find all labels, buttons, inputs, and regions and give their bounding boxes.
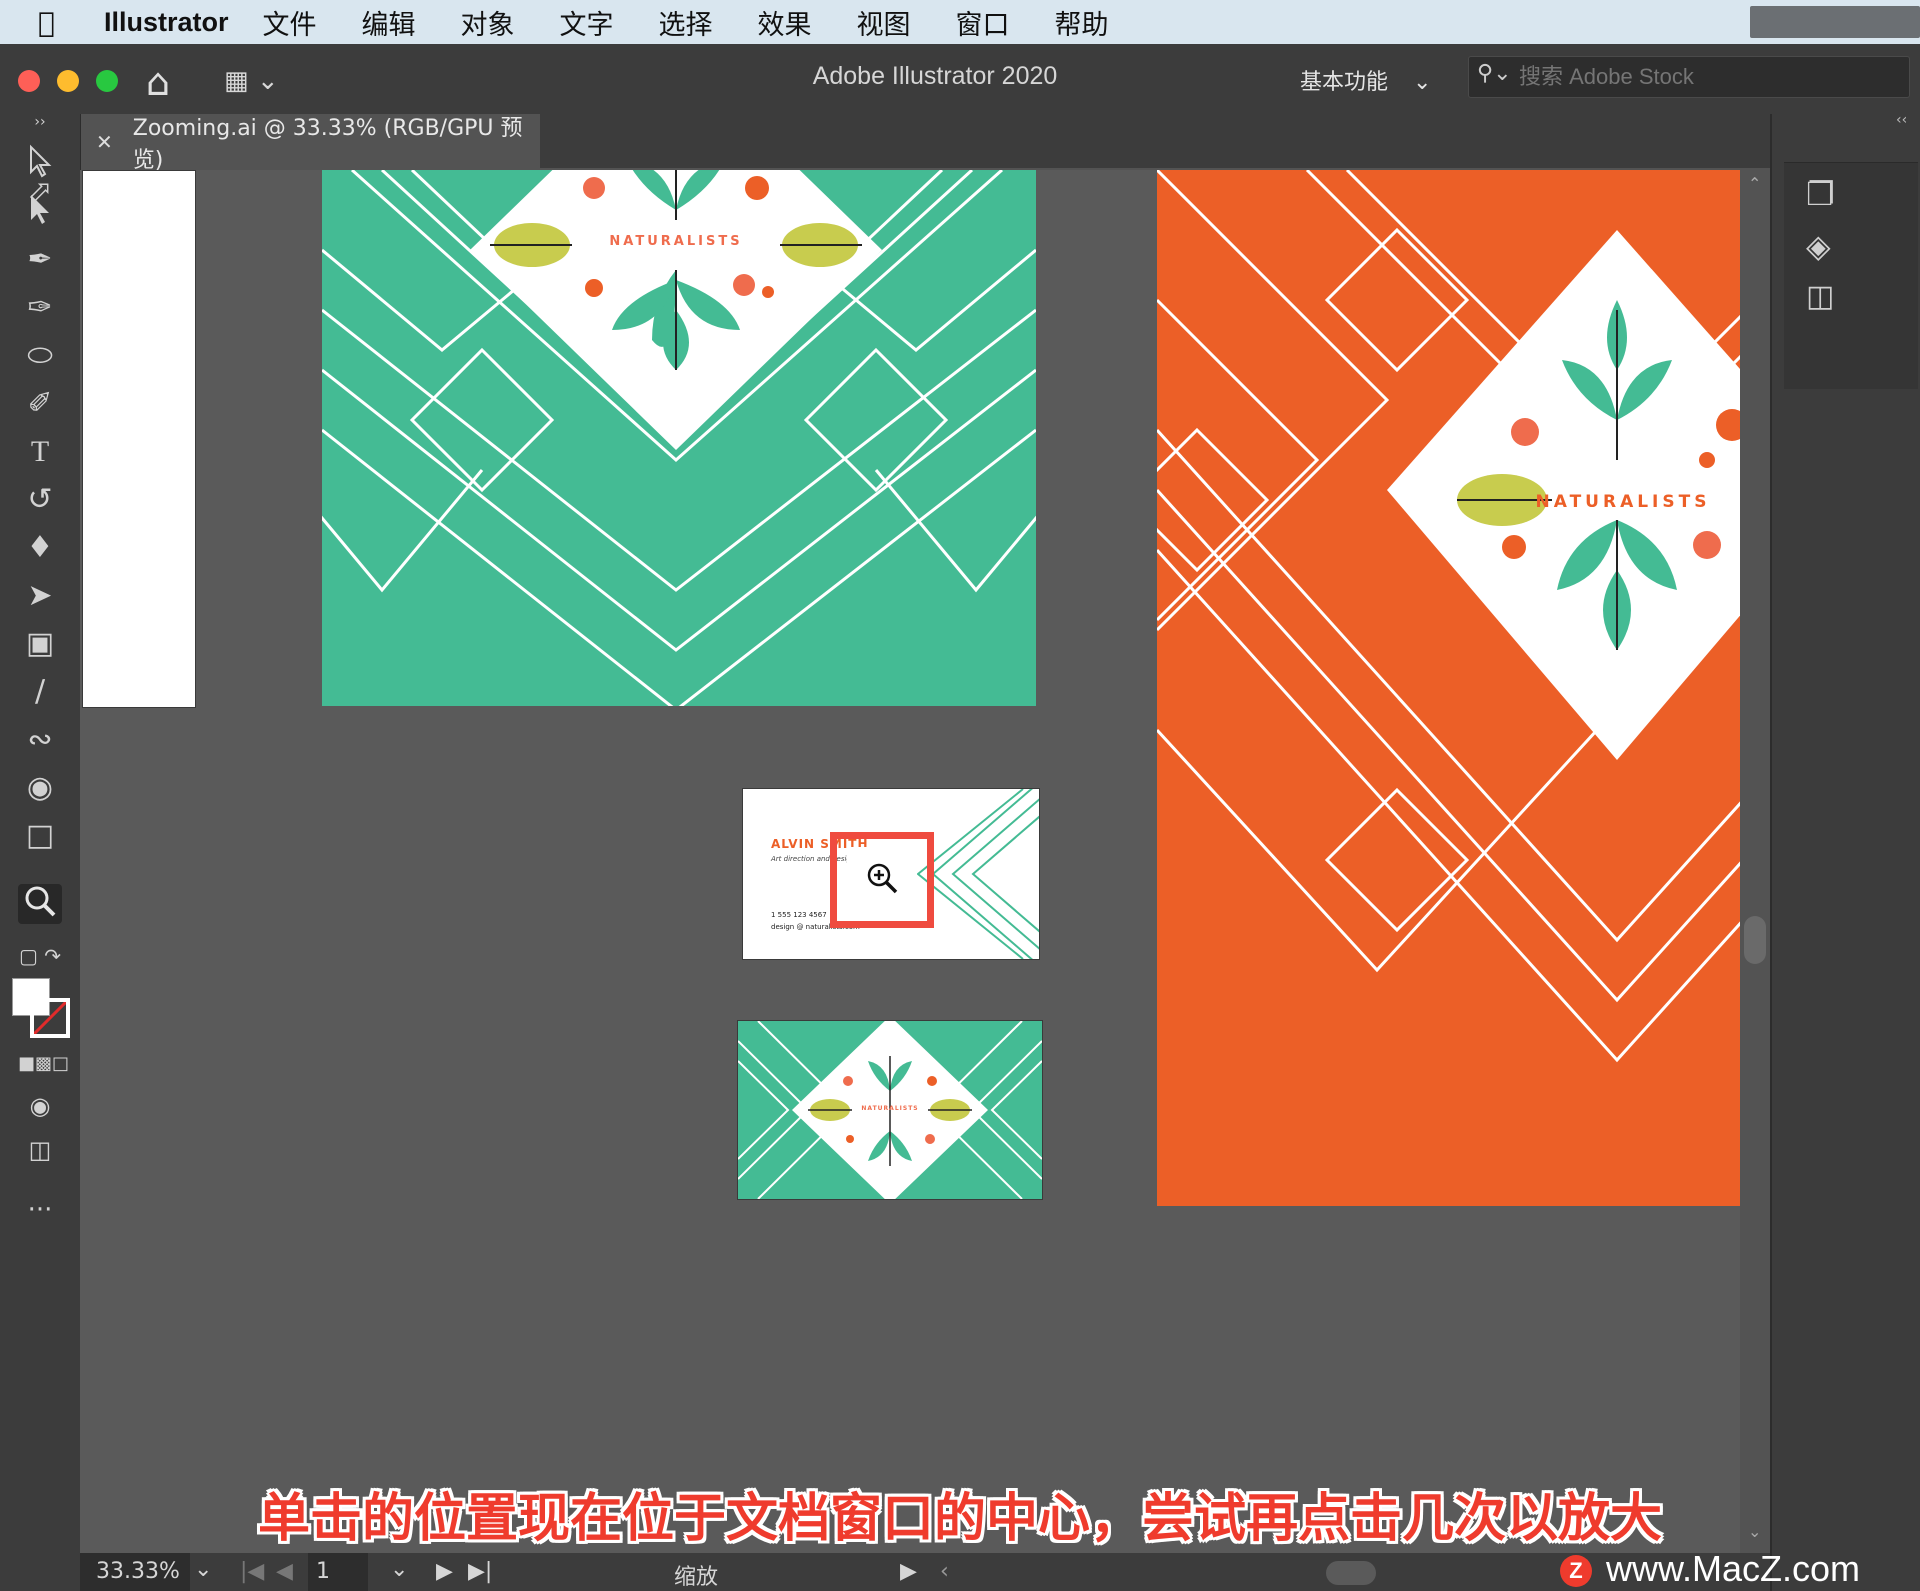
artboard-chevron-down-icon[interactable]: ⌄ (390, 1557, 408, 1582)
zoom-chevron-down-icon[interactable]: ⌄ (194, 1557, 212, 1582)
scroll-left-icon[interactable]: ‹ (940, 1559, 949, 1584)
canvas[interactable]: NATURALISTS NATURALISTS ALVIN SMITH Art … (80, 170, 1770, 1553)
scroll-thumb[interactable] (1744, 916, 1766, 964)
direct-selection-icon[interactable] (25, 192, 55, 226)
workspace-switcher[interactable]: 基本功能 ⌄ (1300, 64, 1431, 96)
none-color-icon (32, 1000, 68, 1036)
menu-type[interactable]: 文字 (560, 3, 614, 42)
brand-text-card: NATURALISTS (861, 1105, 919, 1112)
collapse-panel-icon[interactable]: ›› (18, 102, 62, 142)
eyedropper-tool-icon[interactable]: ∕ (18, 672, 62, 712)
tutorial-caption: 单击的位置现在位于文档窗口的中心，尝试再点击几次以放大 (257, 1489, 1662, 1549)
card-phone: 1 555 123 4567 (771, 911, 827, 919)
zoom-level-value: 33.33% (96, 1559, 180, 1584)
scroll-up-icon[interactable]: ⌃ (1748, 174, 1761, 193)
color-mode-icons[interactable]: ■▩□ (18, 1044, 69, 1084)
gradient-tool-icon[interactable]: ▣ (18, 624, 62, 664)
zoom-level-field[interactable]: 33.33% (80, 1553, 190, 1591)
libraries-icon[interactable]: ❐ (1806, 175, 1835, 213)
workspace-label: 基本功能 (1300, 70, 1389, 95)
app-menu[interactable]: Illustrator (104, 7, 229, 38)
close-tab-icon[interactable]: ✕ (96, 130, 113, 154)
next-artboard-icon[interactable]: ▶ (436, 1559, 453, 1584)
artboard-orange-poster[interactable]: NATURALISTS (1157, 170, 1740, 1206)
pen-tool-icon[interactable]: ✒ (18, 240, 62, 280)
brand-text-teal: NATURALISTS (609, 234, 743, 249)
stock-search[interactable]: ⚲⌄ (1468, 56, 1910, 98)
right-panel-dock: ‹‹ ❐ ◈ ◫ (1770, 112, 1920, 1591)
vertical-scrollbar[interactable]: ⌃ ⌄ (1740, 170, 1770, 1553)
menu-select[interactable]: 选择 (659, 3, 713, 42)
menu-file[interactable]: 文件 (263, 3, 317, 42)
panel-divider (1770, 114, 1772, 1591)
search-icon: ⚲⌄ (1477, 61, 1512, 86)
stock-search-input[interactable] (1517, 63, 1901, 91)
document-tab[interactable]: ✕ Zooming.ai @ 33.33% (RGB/GPU 预览) (80, 114, 540, 173)
document-tab-label: Zooming.ai @ 33.33% (RGB/GPU 预览) (132, 116, 523, 173)
panel-grip[interactable] (1800, 114, 1900, 118)
tools-panel: ›› ⬀ ✒ ✑ ⬭ ✐ T ↺ ♦ ➤ ▣ ∕ ∾ ◉ □ ▢ ↷ ■▩□ ◉… (0, 114, 81, 1591)
zoom-cursor-highlight (830, 832, 934, 928)
panel-icon-column: ❐ ◈ ◫ (1784, 162, 1918, 389)
last-artboard-icon[interactable]: ▶| (468, 1559, 492, 1584)
more-tools-icon[interactable]: ··· (18, 1190, 62, 1230)
horizontal-scroll-thumb[interactable] (1326, 1561, 1376, 1585)
curvature-tool-icon[interactable]: ✑ (18, 288, 62, 328)
watermark-text: www.MacZ.com (1606, 1548, 1861, 1589)
menu-help[interactable]: 帮助 (1055, 3, 1109, 42)
watermark: Zwww.MacZ.com (1560, 1548, 1860, 1590)
type-tool-icon[interactable]: T (18, 432, 62, 472)
paintbrush-tool-icon[interactable]: ✐ (18, 384, 62, 424)
menu-view[interactable]: 视图 (857, 3, 911, 42)
zoom-tool-icon[interactable] (18, 884, 62, 924)
screen-mode-icon[interactable]: ◫ (18, 1130, 62, 1170)
shape-builder-tool-icon[interactable]: ◉ (18, 768, 62, 808)
properties-icon[interactable]: ◫ (1806, 279, 1834, 314)
artboard-business-card-back[interactable]: NATURALISTS (737, 1020, 1043, 1200)
stroke-swatch[interactable] (30, 998, 70, 1038)
menu-effect[interactable]: 效果 (758, 3, 812, 42)
zoom-in-cursor-icon (867, 863, 898, 894)
layers-icon[interactable]: ◈ (1806, 227, 1831, 265)
apple-icon[interactable]:  (38, 6, 78, 39)
artboard-number-field[interactable]: 1 (308, 1553, 368, 1591)
artboard-tool-icon[interactable]: □ (18, 816, 62, 856)
mac-menubar:  Illustrator 文件 编辑 对象 文字 选择 效果 视图 窗口 帮助 (0, 0, 1920, 44)
watermark-logo-icon: Z (1560, 1555, 1592, 1588)
swap-colors-icon[interactable]: ▢ ↷ (18, 936, 62, 976)
artboard-teal-poster[interactable]: NATURALISTS (322, 170, 1036, 706)
first-artboard-icon[interactable]: |◀ (240, 1559, 264, 1584)
chevron-down-icon: ⌄ (1413, 70, 1432, 95)
orange-pattern-graphic (1157, 170, 1740, 1063)
ellipse-tool-icon[interactable]: ⬭ (18, 336, 62, 376)
status-bar: 33.33% ⌄ |◀ ◀ 1 ⌄ ▶ ▶| 缩放 ▶ ‹ (80, 1553, 1770, 1591)
status-menu-icon[interactable]: ▶ (900, 1559, 917, 1584)
menu-object[interactable]: 对象 (461, 3, 515, 42)
draw-mode-icon[interactable]: ◉ (18, 1086, 62, 1126)
eraser-tool-icon[interactable]: ♦ (18, 528, 62, 568)
artboard-left[interactable] (82, 170, 196, 708)
app-titlebar: ⌂ ▦ ⌄ Adobe Illustrator 2020 基本功能 ⌄ ⚲⌄ (0, 44, 1920, 115)
current-tool-label: 缩放 (674, 1565, 719, 1590)
magnifier-icon (25, 886, 56, 917)
blend-tool-icon[interactable]: ∾ (18, 720, 62, 760)
menu-edit[interactable]: 编辑 (362, 3, 416, 42)
selection-arrow-icon (30, 144, 52, 178)
teal-pattern-graphic (322, 170, 1036, 706)
brand-text-orange: NATURALISTS (1535, 492, 1711, 512)
lasso-tool-icon[interactable]: ➤ (18, 576, 62, 616)
previous-artboard-icon[interactable]: ◀ (276, 1559, 293, 1584)
menu-window[interactable]: 窗口 (956, 3, 1010, 42)
rotate-tool-icon[interactable]: ↺ (18, 480, 62, 520)
menubar-status-area (1750, 6, 1920, 38)
artboard-number-value: 1 (316, 1559, 330, 1584)
